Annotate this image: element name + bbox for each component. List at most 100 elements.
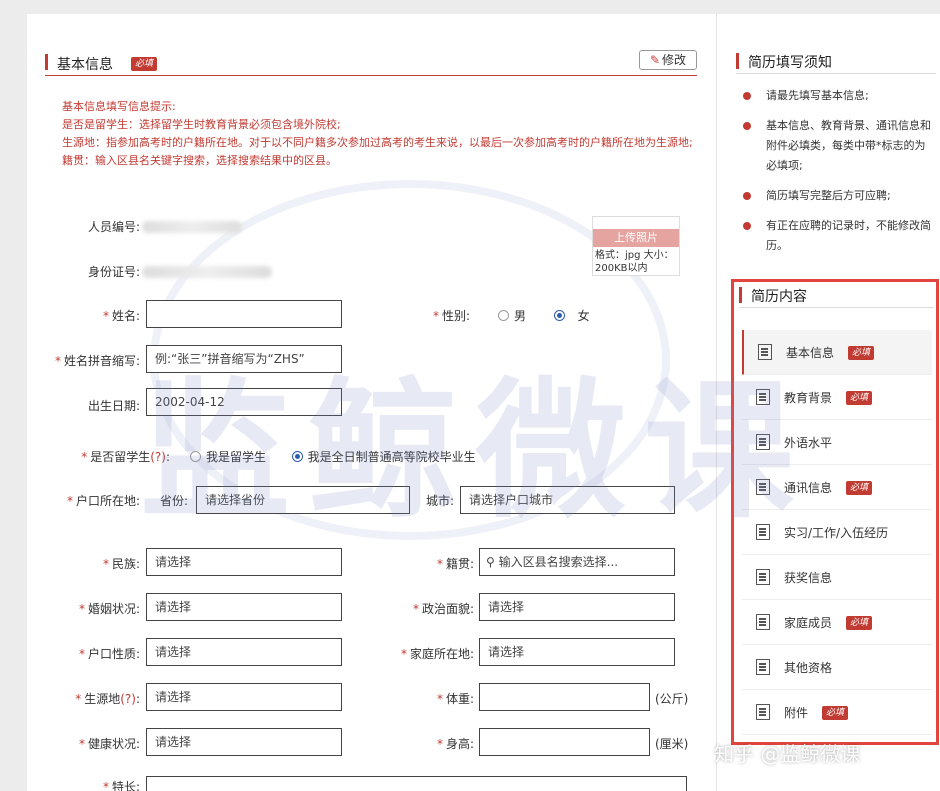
basic-info-header: 基本信息 必填 ✎ 修改 [45,50,697,76]
health-label: * 健康状况: [78,737,140,751]
search-icon: ⚲ [486,555,495,569]
document-icon [756,479,770,495]
city-select[interactable]: 请选择户口城市 [460,486,675,514]
id-label: 身份证号: [87,265,140,279]
required-badge: 必填 [848,346,875,360]
resume-nav-item[interactable]: 其他资格 [742,645,932,690]
zhihu-watermark: 知乎 @监鲸微课 [714,742,861,766]
document-icon [756,659,770,675]
origin-label: * 生源地(?): [75,692,140,706]
photo-upload: 上传照片 格式：jpg 大小：200KB以内 [592,216,680,276]
gender-female-radio[interactable] [553,310,565,321]
home-select[interactable]: 请选择 [479,638,675,666]
overseas-radio-group: 我是留学生 我是全日制普通高等院校毕业生 [190,448,476,465]
weight-input[interactable] [479,683,650,711]
upload-photo-button[interactable]: 上传照片 [593,229,679,247]
gender-male-radio[interactable] [498,310,509,321]
gender-label: * 性别: [432,309,470,323]
required-badge: 必填 [846,391,873,405]
birth-label: 出生日期: [87,399,140,413]
native-label: * 籍贯: [436,557,474,571]
political-select[interactable]: 请选择 [479,593,675,621]
resume-nav-item[interactable]: 通讯信息 必填 [742,465,932,510]
marital-select[interactable]: 请选择 [146,593,342,621]
nation-label: * 民族: [102,557,140,571]
column-divider [716,14,717,791]
weight-label: * 体重: [436,692,474,706]
specialty-textarea[interactable] [146,776,687,791]
birth-date-input[interactable]: 2002-04-12 [146,388,342,416]
resume-nav-label: 教育背景 [784,391,833,405]
hint-line: 是否是留学生：选择留学生时教育背景必须包含境外院校; [62,118,341,131]
hukou-type-select[interactable]: 请选择 [146,638,342,666]
gender-radio-group: 男 女 [498,307,590,324]
specialty-label: * 特长: [102,780,140,791]
edit-button[interactable]: ✎ 修改 [639,50,697,70]
hukou-label: * 户口所在地: [66,494,140,508]
section-bar [739,287,742,303]
weight-unit: (公斤) [655,692,689,706]
required-badge: 必填 [131,57,158,71]
resume-nav-label: 附件 [784,706,809,720]
hint-line: 籍贯：输入区县名关键字搜索，选择搜索结果中的区县。 [62,154,337,167]
resume-nav-list: 基本信息 必填 教育背景 必填 外语水平 通讯信息 必填 实习/工作/入伍经历 获奖信息 家庭成员… [742,330,932,735]
section-bar [736,53,739,69]
nation-select[interactable]: 请选择 [146,548,342,576]
document-icon [756,434,770,450]
name-label: * 姓名: [102,309,140,323]
native-search-input[interactable]: ⚲ 输入区县名搜索选择... [479,548,675,576]
overseas-no-radio[interactable] [291,451,303,462]
hukou-type-label: * 户口性质: [78,647,140,661]
height-input[interactable] [479,728,650,756]
required-badge: 必填 [846,481,873,495]
resume-nav-item[interactable]: 外语水平 [742,420,932,465]
overseas-yes-radio[interactable] [190,451,201,462]
person-no-value-blurred [142,221,242,233]
height-label: * 身高: [436,737,474,751]
name-input[interactable] [146,300,342,328]
province-label: 省份: [159,494,188,508]
province-select[interactable]: 请选择省份 [196,486,410,514]
notice-item: 基本信息、教育背景、通讯信息和附件必填类，每类中带*标志的为必填项; [736,116,936,176]
resume-nav-item[interactable]: 获奖信息 [742,555,932,600]
pinyin-input[interactable]: 例:“张三”拼音缩写为“ZHS” [146,345,342,373]
required-badge: 必填 [846,616,873,630]
political-label: * 政治面貌: [412,602,474,616]
health-select[interactable]: 请选择 [146,728,342,756]
marital-label: * 婚姻状况: [78,602,140,616]
resume-nav-item[interactable]: 实习/工作/入伍经历 [742,510,932,555]
document-icon [756,389,770,405]
pencil-icon: ✎ [649,53,661,67]
resume-nav-item[interactable]: 附件 必填 [742,690,932,735]
pinyin-label: * 姓名拼音缩写: [54,354,140,368]
resume-nav-label: 基本信息 [786,346,835,360]
resume-nav-item[interactable]: 家庭成员 必填 [742,600,932,645]
notice-title: 简历填写须知 [748,55,832,71]
overseas-label: * 是否留学生(?): [81,450,170,464]
hint-line: 生源地：指参加高考时的户籍所在地。对于以不同户籍多次参加过高考的考生来说，以最后… [62,136,693,149]
notice-item: 有正在应聘的记录时，不能修改简历。 [736,216,936,256]
notice-header: 简历填写须知 [736,50,936,74]
document-icon [758,344,772,360]
document-icon [756,569,770,585]
resume-nav-item[interactable]: 基本信息 必填 [742,330,932,375]
resume-nav-label: 家庭成员 [784,616,833,630]
notice-item: 请最先填写基本信息; [736,86,936,106]
document-icon [756,704,770,720]
person-no-label: 人员编号: [87,220,140,234]
notice-panel: 简历填写须知 请最先填写基本信息; 基本信息、教育背景、通讯信息和附件必填类，每… [736,50,936,266]
home-label: * 家庭所在地: [400,647,474,661]
origin-select[interactable]: 请选择 [146,683,342,711]
resume-nav-label: 其他资格 [784,661,833,675]
height-unit: (厘米) [655,737,689,751]
resume-content-header: 简历内容 [739,284,934,308]
resume-nav-label: 实习/工作/入伍经历 [784,526,889,540]
document-icon [756,524,770,540]
resume-content-panel: 简历内容 基本信息 必填 教育背景 必填 外语水平 通讯信息 必填 实习/工作/入伍经历 获奖信… [731,279,939,745]
photo-format-text: 格式：jpg 大小：200KB以内 [595,250,674,274]
resume-nav-item[interactable]: 教育背景 必填 [742,375,932,420]
notice-list: 请最先填写基本信息; 基本信息、教育背景、通讯信息和附件必填类，每类中带*标志的… [736,86,936,256]
resume-nav-label: 外语水平 [784,436,833,450]
hint-line: 基本信息填写信息提示: [62,100,176,113]
document-icon [756,614,770,630]
